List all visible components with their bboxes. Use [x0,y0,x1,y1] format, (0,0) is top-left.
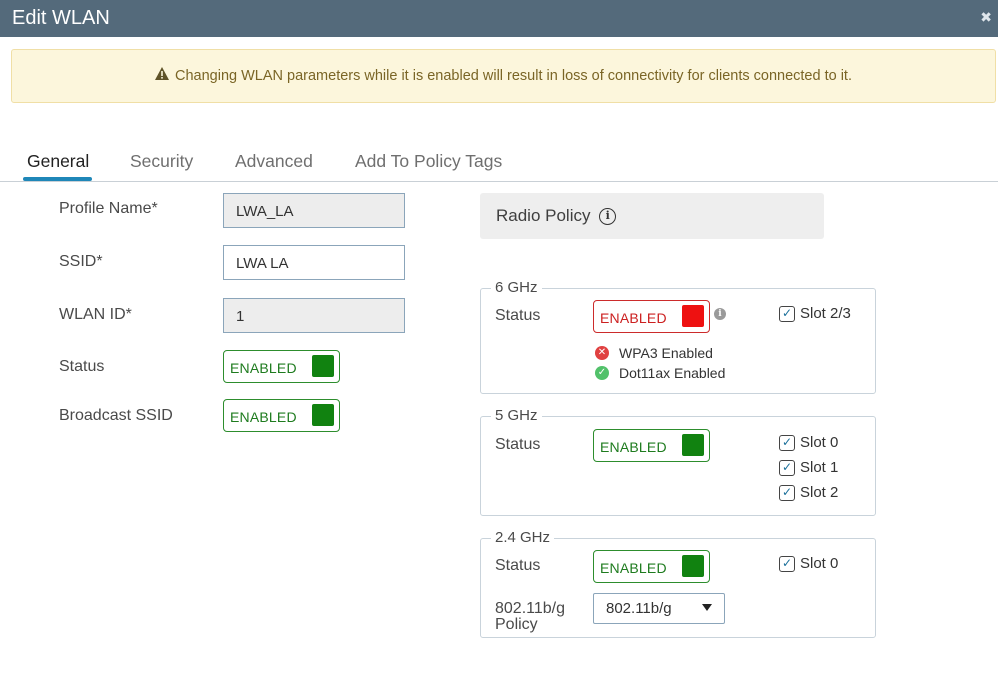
checkbox-label: Slot 0 [800,555,839,572]
band-6ghz-legend: 6 GHz [491,279,542,296]
band-24ghz-toggle-label: ENABLED [600,560,667,576]
band-5ghz-toggle-label: ENABLED [600,439,667,455]
band-5ghz-toggle-knob [682,434,704,456]
policy-label-line: Policy [495,616,538,633]
info-icon[interactable]: i [599,208,617,226]
band-24ghz-status-label: Status [495,557,541,574]
warning-text: Changing WLAN parameters while it is ena… [175,68,852,84]
tab-advanced[interactable]: Advanced [235,151,313,172]
checkbox-label: Slot 2 [800,484,839,501]
broadcast-ssid-toggle[interactable]: ENABLED [223,399,340,432]
check-circle-icon: ✓ [595,366,609,380]
select-value: 802.11b/g [606,600,672,617]
band-6ghz-toggle-label: ENABLED [600,310,667,326]
radio-policy-title: Radio Policy i [496,206,617,226]
chevron-down-icon [702,604,712,611]
status-toggle[interactable]: ENABLED [223,350,340,383]
radio-policy-header: Radio Policy i [480,193,824,239]
tab-security[interactable]: Security [130,151,193,172]
status-label: Status [59,358,105,375]
wlan-id-label: WLAN ID* [59,306,132,323]
profile-name-field[interactable]: LWA_LA [223,193,405,228]
band-5ghz-legend: 5 GHz [491,407,542,424]
tab-general[interactable]: General [27,151,89,172]
warning-icon [155,67,169,83]
broadcast-ssid-label: Broadcast SSID [59,407,173,424]
wlan-id-field[interactable]: 1 [223,298,405,333]
broadcast-ssid-toggle-label: ENABLED [230,409,297,425]
checkbox-label: Slot 2/3 [800,305,851,322]
band-24ghz-policy-select[interactable]: 802.11b/g [593,593,725,624]
requirement-text: WPA3 Enabled [619,345,713,361]
checkbox-check-icon: ✓ [779,306,795,322]
ssid-label: SSID* [59,253,103,270]
band-24ghz-status-toggle[interactable]: ENABLED [593,550,710,583]
checkbox-label: Slot 0 [800,434,839,451]
window-titlebar: Edit WLAN ✖ [0,0,998,37]
checkbox-check-icon: ✓ [779,460,795,476]
window-title: Edit WLAN [12,7,110,29]
band-6ghz-toggle-knob [682,305,704,327]
requirement-text: Dot11ax Enabled [619,365,726,381]
checkbox-check-icon: ✓ [779,556,795,572]
band-6ghz-info-icon[interactable]: i [714,308,726,320]
checkbox-check-icon: ✓ [779,485,795,501]
status-toggle-label: ENABLED [230,360,297,376]
band-5ghz-status-label: Status [495,436,541,453]
band-24ghz-toggle-knob [682,555,704,577]
checkbox-check-icon: ✓ [779,435,795,451]
status-toggle-knob [312,355,334,377]
band-24ghz-legend: 2.4 GHz [491,529,555,546]
warning-message: Changing WLAN parameters while it is ena… [12,67,995,84]
band-6ghz-status-label: Status [495,307,541,324]
ssid-field[interactable]: LWA LA [223,245,405,280]
policy-label-line: 802.11b/g [495,600,565,617]
active-tab-indicator [23,177,92,181]
warning-banner: Changing WLAN parameters while it is ena… [11,49,996,103]
tab-add-to-policy-tags[interactable]: Add To Policy Tags [355,151,502,172]
checkbox-label: Slot 1 [800,459,839,476]
profile-name-label: Profile Name* [59,200,158,217]
tab-bar: General Security Advanced Add To Policy … [0,140,998,182]
close-icon[interactable]: ✖ [980,9,992,26]
band-24ghz-policy-label: 802.11b/g Policy [495,601,565,633]
band-6ghz-status-toggle[interactable]: ENABLED [593,300,710,333]
broadcast-ssid-toggle-knob [312,404,334,426]
error-icon: ✕ [595,346,609,360]
band-5ghz-status-toggle[interactable]: ENABLED [593,429,710,462]
radio-policy-title-text: Radio Policy [496,206,591,225]
